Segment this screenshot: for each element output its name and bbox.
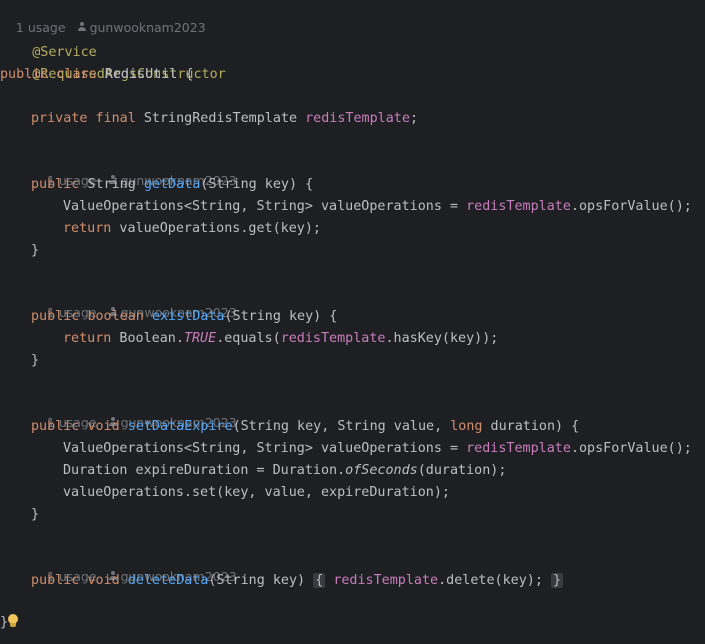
- folded-brace-close[interactable]: }: [551, 573, 564, 588]
- brace: {: [177, 67, 194, 82]
- method-declaration: public String getData(String key) {: [31, 174, 313, 196]
- code-text: ValueOperations<String, String> valueOpe…: [63, 199, 467, 214]
- code-text: .hasKey(key));: [385, 331, 499, 346]
- method-name: getData: [143, 177, 201, 192]
- code-text: .opsForValue();: [570, 199, 692, 214]
- class-declaration: public class RedisUtil {: [0, 64, 194, 86]
- semicolon: ;: [409, 111, 418, 126]
- parameters: (String key, String value,: [232, 419, 451, 434]
- code-text: valueOperations.set(key, value, expireDu…: [63, 485, 450, 500]
- class-name: RedisUtil: [104, 67, 178, 82]
- keyword: void: [87, 419, 120, 434]
- code-line: ValueOperations<String, String> valueOpe…: [63, 438, 692, 460]
- code-text: Duration expireDuration = Duration.: [63, 463, 346, 478]
- parameters: (String key): [208, 573, 314, 588]
- method-declaration: public boolean existData(String key) {: [31, 306, 337, 328]
- lightbulb-icon[interactable]: [7, 614, 19, 628]
- brace: }: [31, 243, 40, 258]
- keyword: long: [450, 419, 483, 434]
- keyword: public: [31, 177, 80, 192]
- code-text: .delete(key);: [438, 573, 551, 588]
- code-line: Duration expireDuration = Duration.ofSec…: [63, 460, 506, 482]
- keyword: return: [63, 221, 112, 236]
- field-name: redisTemplate: [280, 331, 386, 346]
- usage-hint[interactable]: 1 usage gunwooknam2023: [31, 286, 237, 320]
- static-constant: TRUE: [183, 331, 217, 346]
- code-line: valueOperations.set(key, value, expireDu…: [63, 482, 450, 504]
- usage-hint[interactable]: 1 usage gunwooknam2023: [31, 154, 237, 188]
- keyword: return: [63, 331, 112, 346]
- code-line: ValueOperations<String, String> valueOpe…: [63, 196, 692, 218]
- keyword: public: [31, 573, 80, 588]
- method-declaration: public void deleteData(String key) { red…: [31, 570, 564, 592]
- keyword: public: [31, 309, 80, 324]
- code-line: return valueOperations.get(key);: [63, 218, 321, 240]
- field-name: redisTemplate: [466, 199, 571, 214]
- method-name: existData: [151, 309, 225, 324]
- method-declaration: public void setDataExpire(String key, St…: [31, 416, 579, 438]
- field-name: redisTemplate: [333, 573, 439, 588]
- usage-hint[interactable]: 1 usage gunwooknam2023: [31, 550, 237, 584]
- usage-hint[interactable]: 1 usage gunwooknam2023: [31, 396, 237, 430]
- code-editor[interactable]: 1 usage gunwooknam2023 @Service @Required…: [0, 0, 705, 644]
- parameters: (String key) {: [200, 177, 314, 192]
- field-declaration: private final StringRedisTemplate redisT…: [31, 108, 418, 130]
- folded-brace-open[interactable]: {: [313, 573, 326, 588]
- keyword: class: [56, 67, 97, 82]
- parameters: (String key) {: [224, 309, 338, 324]
- return-type: String: [79, 177, 144, 192]
- code-text: .equals(: [216, 331, 281, 346]
- static-method: ofSeconds: [345, 463, 418, 478]
- keyword: void: [87, 573, 120, 588]
- author-name: gunwooknam2023: [89, 20, 206, 35]
- code-text: Boolean.: [111, 331, 184, 346]
- field-name: redisTemplate: [466, 441, 571, 456]
- type-name: StringRedisTemplate: [143, 111, 298, 126]
- code-line: @Service: [0, 20, 97, 60]
- code-text: ValueOperations<String, String> valueOpe…: [63, 441, 467, 456]
- method-name: deleteData: [127, 573, 209, 588]
- parameters: duration) {: [482, 419, 580, 434]
- keyword: final: [95, 111, 136, 126]
- method-name: setDataExpire: [127, 419, 233, 434]
- keyword: public: [31, 419, 80, 434]
- code-text: (duration);: [417, 463, 507, 478]
- keyword: boolean: [87, 309, 144, 324]
- keyword: private: [31, 111, 88, 126]
- usage-hint[interactable]: 1 usage gunwooknam2023: [0, 1, 206, 35]
- code-line: @RequiredArgsConstructor: [0, 42, 225, 82]
- code-text: valueOperations.get(key);: [111, 221, 321, 236]
- code-text: .opsForValue();: [570, 441, 692, 456]
- brace: }: [31, 353, 40, 368]
- code-line: return Boolean.TRUE.equals(redisTemplate…: [63, 328, 498, 350]
- field-name: redisTemplate: [305, 111, 410, 126]
- keyword: public: [0, 67, 49, 82]
- brace: }: [31, 507, 40, 522]
